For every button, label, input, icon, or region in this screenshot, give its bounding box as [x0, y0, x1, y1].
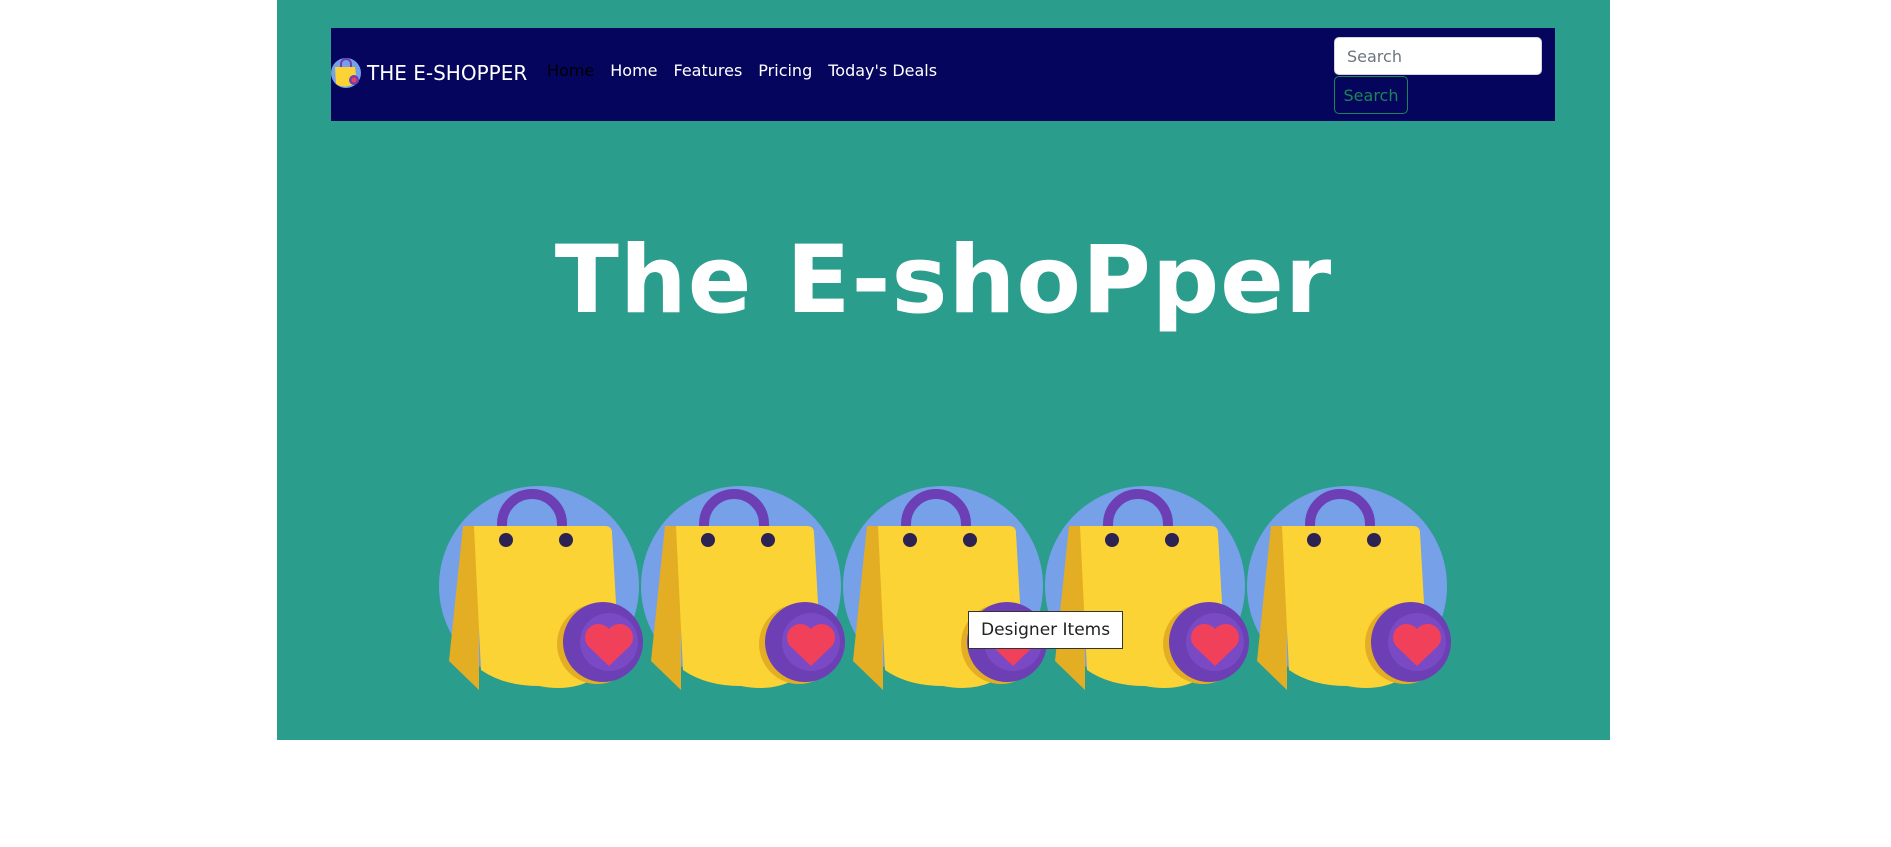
product-bag-1[interactable] — [439, 486, 643, 690]
nav-link-todays-deals[interactable]: Today's Deals — [828, 61, 937, 80]
product-bag-5[interactable] — [1247, 486, 1451, 690]
nav-links: Home Home Features Pricing Today's Deals — [547, 61, 953, 80]
brand[interactable]: THE E-SHOPPER — [331, 58, 527, 88]
nav-link-pricing[interactable]: Pricing — [758, 61, 812, 80]
hero-title: The E-shoPper — [554, 226, 1333, 335]
nav-link-features[interactable]: Features — [674, 61, 743, 80]
product-bag-4[interactable] — [1045, 486, 1249, 690]
search-input[interactable] — [1334, 37, 1542, 75]
product-bag-2[interactable] — [641, 486, 845, 690]
navbar: THE E-SHOPPER Home Home Features Pricing… — [331, 28, 1555, 121]
nav-link-home-active[interactable]: Home — [547, 61, 594, 80]
shopping-bag-heart-icon — [1045, 486, 1249, 690]
page: THE E-SHOPPER Home Home Features Pricing… — [277, 0, 1610, 740]
nav-link-home[interactable]: Home — [610, 61, 657, 80]
search-button[interactable]: Search — [1334, 76, 1408, 114]
product-bag-3[interactable] — [843, 486, 1047, 690]
shopping-bag-icon — [331, 58, 361, 88]
shopping-bag-heart-icon — [439, 486, 643, 690]
shopping-bag-heart-icon — [641, 486, 845, 690]
shopping-bag-heart-icon — [843, 486, 1047, 690]
tooltip: Designer Items — [968, 611, 1124, 649]
shopping-bag-heart-icon — [1247, 486, 1451, 690]
brand-name: THE E-SHOPPER — [367, 61, 528, 85]
